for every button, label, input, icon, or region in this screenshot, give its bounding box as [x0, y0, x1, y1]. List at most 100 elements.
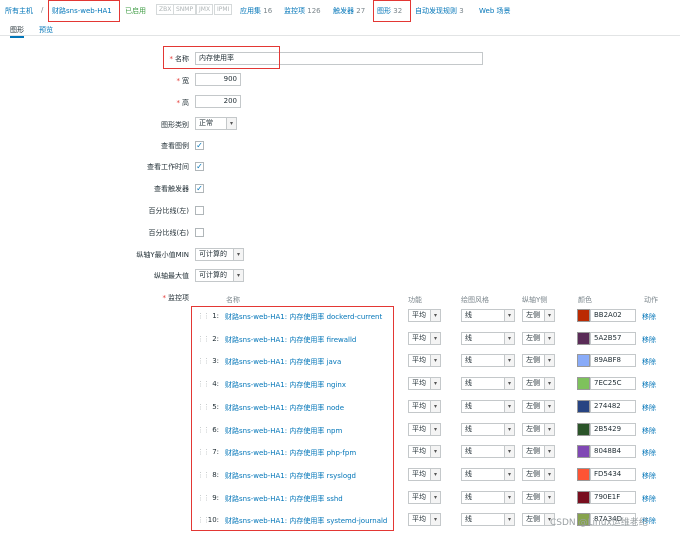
- draw-style-select[interactable]: 线 ▾: [461, 400, 515, 413]
- color-hex-input[interactable]: BB2A02: [590, 309, 636, 322]
- percent-left-checkbox[interactable]: [195, 206, 204, 215]
- yaxis-side-value: 左侧: [526, 470, 540, 478]
- function-select[interactable]: 平均 ▾: [408, 468, 441, 481]
- color-hex-input[interactable]: 89ABF8: [590, 354, 636, 367]
- color-hex-input[interactable]: FD5434: [590, 468, 636, 481]
- color-swatch[interactable]: [577, 491, 590, 504]
- color-swatch[interactable]: [577, 309, 590, 322]
- chevron-down-icon: ▾: [430, 355, 440, 366]
- chevron-down-icon: ▾: [430, 378, 440, 389]
- function-select[interactable]: 平均 ▾: [408, 513, 441, 526]
- show-triggers-checkbox[interactable]: ✓: [195, 184, 204, 193]
- draw-style-select[interactable]: 线 ▾: [461, 309, 515, 322]
- function-select[interactable]: 平均 ▾: [408, 309, 441, 322]
- tab-preview[interactable]: 预览: [39, 25, 53, 35]
- graph-type-select[interactable]: 正常 ▾: [195, 117, 237, 130]
- yaxis-side-value: 左侧: [526, 356, 540, 364]
- color-hex-input[interactable]: 2B5429: [590, 423, 636, 436]
- draw-style-select[interactable]: 线 ▾: [461, 491, 515, 504]
- draw-style-select[interactable]: 线 ▾: [461, 468, 515, 481]
- yaxis-side-select[interactable]: 左侧 ▾: [522, 423, 555, 436]
- color-hex-input[interactable]: 5A2B57: [590, 332, 636, 345]
- triggers-link[interactable]: 触发器 27: [333, 6, 365, 16]
- yaxis-side-select[interactable]: 左侧 ▾: [522, 491, 555, 504]
- tab-graph[interactable]: 图形: [10, 25, 24, 38]
- yaxis-side-value: 左侧: [526, 515, 540, 523]
- height-input[interactable]: 200: [195, 95, 241, 108]
- color-swatch[interactable]: [577, 354, 590, 367]
- color-hex-input[interactable]: 274482: [590, 400, 636, 413]
- function-select[interactable]: 平均 ▾: [408, 423, 441, 436]
- remove-link[interactable]: 移除: [642, 380, 656, 390]
- all-hosts-link[interactable]: 所有主机: [5, 6, 33, 16]
- items-link[interactable]: 监控项 126: [284, 6, 321, 16]
- chevron-down-icon: ▾: [504, 446, 514, 457]
- draw-style-select[interactable]: 线 ▾: [461, 377, 515, 390]
- draw-style-value: 线: [465, 470, 472, 478]
- color-swatch[interactable]: [577, 332, 590, 345]
- color-swatch[interactable]: [577, 468, 590, 481]
- show-legend-label: 查看图例: [161, 142, 189, 150]
- remove-link[interactable]: 移除: [642, 312, 656, 322]
- function-select[interactable]: 平均 ▾: [408, 491, 441, 504]
- yaxis-side-select[interactable]: 左侧 ▾: [522, 377, 555, 390]
- ymin-label: 纵轴Y最小值MIN: [136, 251, 189, 259]
- chevron-down-icon: ▾: [544, 333, 554, 344]
- discovery-link[interactable]: 自动发现规则 3: [415, 6, 464, 16]
- draw-style-select[interactable]: 线 ▾: [461, 423, 515, 436]
- height-label: * 高: [176, 99, 190, 107]
- width-label: * 宽: [176, 77, 190, 85]
- yaxis-side-select[interactable]: 左侧 ▾: [522, 332, 555, 345]
- function-value: 平均: [412, 356, 426, 364]
- yaxis-side-select[interactable]: 左侧 ▾: [522, 309, 555, 322]
- draw-style-select[interactable]: 线 ▾: [461, 354, 515, 367]
- ymax-select[interactable]: 可计算的 ▾: [195, 269, 244, 282]
- yaxis-side-select[interactable]: 左侧 ▾: [522, 400, 555, 413]
- remove-link[interactable]: 移除: [642, 471, 656, 481]
- chevron-down-icon: ▾: [430, 514, 440, 525]
- remove-link[interactable]: 移除: [642, 335, 656, 345]
- color-swatch[interactable]: [577, 423, 590, 436]
- yaxis-side-value: 左侧: [526, 493, 540, 501]
- function-select[interactable]: 平均 ▾: [408, 332, 441, 345]
- color-swatch[interactable]: [577, 377, 590, 390]
- function-select[interactable]: 平均 ▾: [408, 377, 441, 390]
- remove-link[interactable]: 移除: [642, 357, 656, 367]
- color-swatch[interactable]: [577, 445, 590, 458]
- chevron-down-icon: ▾: [544, 492, 554, 503]
- color-swatch[interactable]: [577, 400, 590, 413]
- color-hex-input[interactable]: 790E1F: [590, 491, 636, 504]
- draw-style-select[interactable]: 线 ▾: [461, 513, 515, 526]
- chevron-down-icon: ▾: [504, 469, 514, 480]
- remove-link[interactable]: 移除: [642, 448, 656, 458]
- yaxis-side-select[interactable]: 左侧 ▾: [522, 445, 555, 458]
- percent-right-checkbox[interactable]: [195, 228, 204, 237]
- breadcrumb-separator: /: [41, 6, 44, 14]
- function-value: 平均: [412, 515, 426, 523]
- draw-style-select[interactable]: 线 ▾: [461, 445, 515, 458]
- remove-link[interactable]: 移除: [642, 426, 656, 436]
- function-value: 平均: [412, 470, 426, 478]
- function-select[interactable]: 平均 ▾: [408, 400, 441, 413]
- draw-style-value: 线: [465, 493, 472, 501]
- draw-style-select[interactable]: 线 ▾: [461, 332, 515, 345]
- show-legend-checkbox[interactable]: ✓: [195, 141, 204, 150]
- yaxis-side-select[interactable]: 左侧 ▾: [522, 468, 555, 481]
- remove-link[interactable]: 移除: [642, 403, 656, 413]
- chevron-down-icon: ▾: [430, 492, 440, 503]
- web-scenarios-link[interactable]: Web 场景: [479, 6, 511, 16]
- function-value: 平均: [412, 425, 426, 433]
- ymin-select[interactable]: 可计算的 ▾: [195, 248, 244, 261]
- remove-link[interactable]: 移除: [642, 494, 656, 504]
- show-worktime-checkbox[interactable]: ✓: [195, 162, 204, 171]
- color-hex-input[interactable]: 8048B4: [590, 445, 636, 458]
- host-status-enabled[interactable]: 已启用: [125, 6, 146, 16]
- function-select[interactable]: 平均 ▾: [408, 354, 441, 367]
- yaxis-side-select[interactable]: 左侧 ▾: [522, 354, 555, 367]
- function-select[interactable]: 平均 ▾: [408, 445, 441, 458]
- applications-link[interactable]: 应用集 16: [240, 6, 272, 16]
- color-hex-input[interactable]: 7EC25C: [590, 377, 636, 390]
- chevron-down-icon: ▾: [504, 424, 514, 435]
- width-input[interactable]: 900: [195, 73, 241, 86]
- discovery-count: 3: [459, 7, 464, 15]
